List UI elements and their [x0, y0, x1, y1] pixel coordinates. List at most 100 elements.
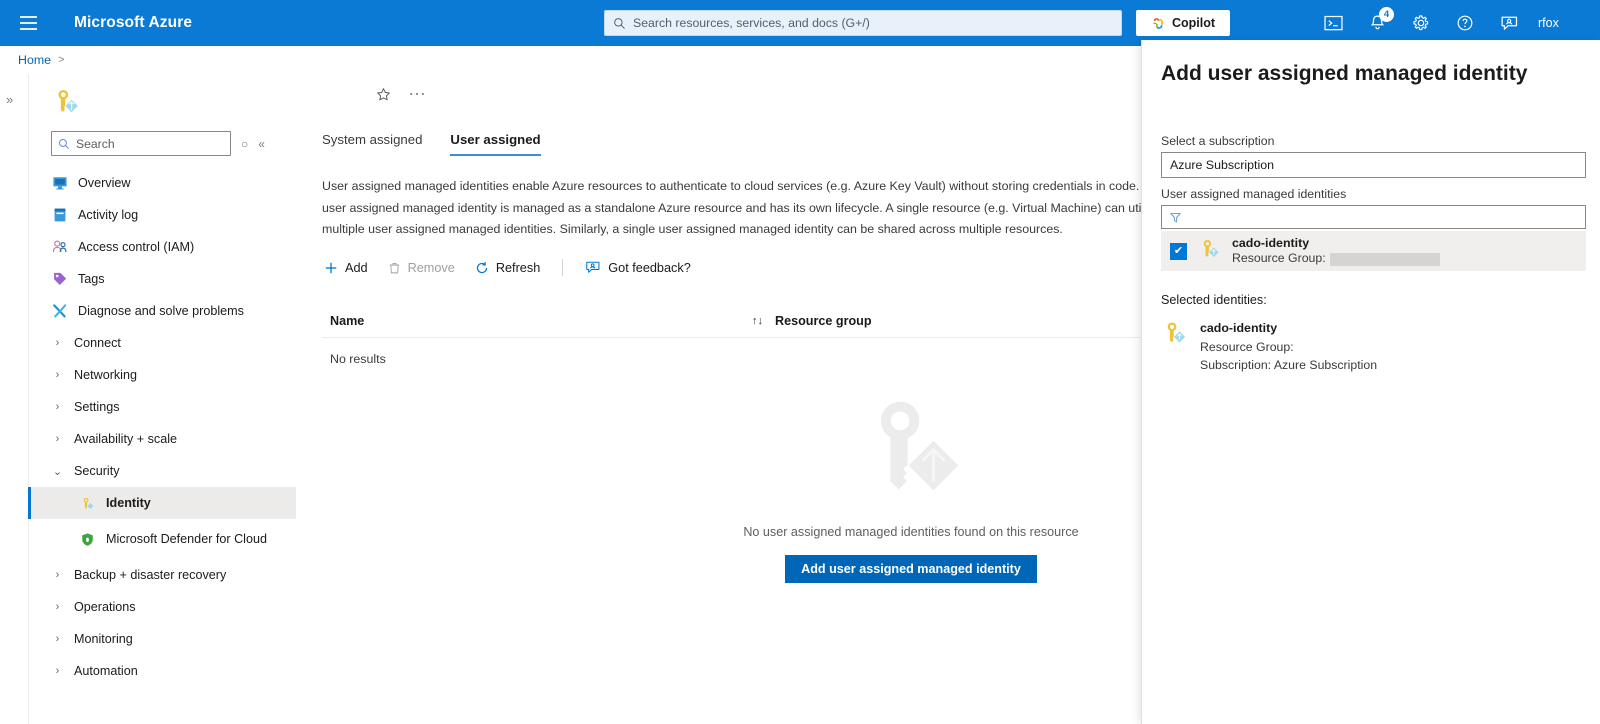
sidebar-refresh-icon[interactable]: ○: [241, 137, 248, 151]
sidebar-item-availability-scale[interactable]: › Availability + scale: [29, 423, 296, 455]
identities-filter-input[interactable]: [1161, 205, 1586, 229]
identities-field-label: User assigned managed identities: [1161, 187, 1347, 201]
copilot-icon: [1153, 17, 1164, 29]
feedback-icon: [586, 261, 600, 273]
refresh-button[interactable]: Refresh: [475, 261, 540, 275]
identity-option-rg-label: Resource Group:: [1232, 251, 1326, 266]
global-search-input[interactable]: Search resources, services, and docs (G+…: [604, 10, 1122, 36]
column-header-name[interactable]: Name: [322, 314, 752, 328]
sidebar-item-label: Backup + disaster recovery: [74, 567, 227, 582]
chevron-right-icon: ›: [55, 633, 60, 645]
copilot-button[interactable]: Copilot: [1136, 10, 1230, 36]
sidebar-item-settings[interactable]: › Settings: [29, 391, 296, 423]
sidebar-item-tags[interactable]: Tags: [29, 263, 296, 295]
chevron-right-icon: ›: [55, 337, 60, 349]
sidebar-item-label: Access control (IAM): [78, 239, 195, 254]
feedback-icon[interactable]: [1498, 12, 1520, 34]
identity-checkbox[interactable]: ✔: [1170, 242, 1187, 260]
remove-button-label: Remove: [407, 260, 455, 275]
breadcrumb-home-link[interactable]: Home: [18, 53, 51, 67]
search-icon: [59, 138, 69, 149]
tab-system-assigned[interactable]: System assigned: [322, 132, 422, 156]
sidebar-item-identity[interactable]: Identity: [28, 487, 296, 519]
activity-log-icon: [51, 207, 68, 224]
ellipsis-icon[interactable]: [409, 91, 425, 97]
selected-identity-name: cado-identity: [1200, 321, 1278, 335]
chevron-right-icon: ›: [55, 401, 60, 413]
subscription-select[interactable]: Azure Subscription: [1161, 152, 1586, 178]
sidebar-item-label: Availability + scale: [74, 431, 178, 446]
chevron-right-icon: ›: [55, 569, 60, 581]
sidebar-item-networking[interactable]: › Networking: [29, 359, 296, 391]
sidebar-item-automation[interactable]: › Automation: [29, 655, 296, 687]
add-button-label: Add: [345, 260, 368, 275]
identity-option-row[interactable]: ✔ cado-identity Resource Group:: [1161, 231, 1586, 271]
brand-title[interactable]: Microsoft Azure: [74, 14, 192, 32]
notification-badge-count: 4: [1379, 7, 1394, 22]
sidebar-item-label: Microsoft Defender for Cloud: [106, 531, 267, 546]
sidebar-item-label: Automation: [74, 663, 138, 678]
add-button[interactable]: Add: [324, 261, 368, 275]
sidebar-item-label: Identity: [106, 495, 151, 510]
managed-identity-key-watermark: [851, 386, 971, 511]
settings-gear-icon[interactable]: [1410, 12, 1432, 34]
sidebar-item-diagnose[interactable]: Diagnose and solve problems: [29, 295, 296, 327]
azure-portal-screen: Microsoft Azure Search resources, servic…: [0, 0, 1600, 724]
sidebar-nav-list: Overview Activity log Access control (IA…: [28, 167, 296, 687]
star-icon[interactable]: [376, 87, 391, 102]
help-question-icon[interactable]: [1454, 12, 1476, 34]
tab-user-assigned[interactable]: User assigned: [450, 132, 541, 156]
remove-button: Remove: [388, 261, 455, 275]
filter-funnel-icon: [1170, 212, 1181, 222]
sidebar-item-operations[interactable]: › Operations: [29, 591, 296, 623]
sidebar-collapse-icon[interactable]: «: [258, 137, 265, 151]
sidebar-item-backup-disaster-recovery[interactable]: › Backup + disaster recovery: [29, 559, 296, 591]
sidebar-search-placeholder: Search: [76, 136, 115, 151]
chevron-right-icon: ›: [55, 601, 60, 613]
resource-header-icon-wrap: [29, 74, 296, 127]
got-feedback-button[interactable]: Got feedback?: [585, 260, 691, 275]
identities-table-header: Name ↑↓ Resource group: [322, 304, 1152, 339]
empty-state-message: No user assigned managed identities foun…: [743, 525, 1079, 540]
sidebar-item-access-control[interactable]: Access control (IAM): [29, 231, 296, 263]
sidebar-item-label: Connect: [74, 335, 121, 350]
selected-identity-subscription: Subscription: Azure Subscription: [1200, 358, 1378, 373]
cloud-shell-icon[interactable]: [1322, 12, 1344, 34]
checkmark-icon: ✔: [1173, 244, 1184, 257]
sidebar-item-activity-log[interactable]: Activity log: [29, 199, 296, 231]
overview-monitor-icon: [51, 175, 68, 192]
managed-identity-key-icon: [79, 495, 96, 512]
blade-title-actions: [296, 74, 1146, 114]
add-user-assigned-managed-identity-button[interactable]: Add user assigned managed identity: [785, 555, 1037, 584]
sidebar-item-monitoring[interactable]: › Monitoring: [29, 623, 296, 655]
breadcrumb-separator: >: [58, 54, 65, 66]
empty-state: No user assigned managed identities foun…: [296, 386, 1146, 716]
notifications-bell-icon[interactable]: 4: [1366, 7, 1394, 34]
sort-toggle-icon[interactable]: ↑↓: [752, 315, 763, 327]
hamburger-icon[interactable]: [6, 0, 50, 46]
managed-identity-key-icon: [1198, 237, 1221, 265]
global-search-placeholder: Search resources, services, and docs (G+…: [633, 16, 870, 30]
subscription-selected-value: Azure Subscription: [1170, 158, 1274, 172]
left-rail-expand-toggle[interactable]: »: [6, 92, 13, 107]
sidebar-item-defender-for-cloud[interactable]: Microsoft Defender for Cloud: [29, 519, 296, 559]
identity-tabs: System assigned User assigned: [296, 114, 1146, 156]
sidebar-item-label: Diagnose and solve problems: [78, 303, 244, 318]
selected-identity-resource-group: Resource Group:: [1200, 339, 1294, 354]
sidebar-item-label: Tags: [78, 271, 105, 286]
sidebar-search-input[interactable]: Search: [51, 131, 231, 156]
selected-identities-title: Selected identities:: [1161, 293, 1267, 307]
column-header-resource-group[interactable]: Resource group: [775, 314, 872, 328]
refresh-icon: [476, 261, 487, 273]
subscription-field-label: Select a subscription: [1161, 134, 1275, 148]
sidebar-item-security[interactable]: ⌄ Security: [29, 455, 296, 487]
selected-identity-item: cado-identity Resource Group: Subscripti…: [1161, 319, 1600, 374]
plus-icon: [325, 262, 337, 273]
identity-description: User assigned managed identities enable …: [322, 179, 1160, 237]
identity-option-resource-group: Resource Group:: [1232, 251, 1440, 267]
diagnose-tools-icon: [51, 303, 68, 320]
sidebar-item-overview[interactable]: Overview: [29, 167, 296, 199]
sidebar-item-connect[interactable]: › Connect: [29, 327, 296, 359]
trash-icon: [389, 262, 399, 273]
chevron-down-icon: ⌄: [52, 465, 63, 478]
